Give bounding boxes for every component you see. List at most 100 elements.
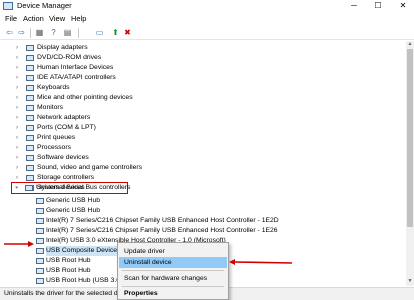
menu-item-uninstall-device[interactable]: Uninstall device bbox=[119, 257, 227, 268]
category-processors[interactable]: › Processors bbox=[16, 143, 216, 153]
category-label: Ports (COM & LPT) bbox=[37, 124, 96, 131]
category-display-adapters[interactable]: › Display adapters bbox=[16, 43, 216, 53]
usb-icon bbox=[36, 258, 44, 264]
software-device-icon bbox=[26, 155, 34, 161]
category-usb-controllers[interactable]: ⌄ Universal Serial Bus controllers bbox=[11, 182, 131, 194]
menu-file[interactable]: File bbox=[4, 14, 18, 23]
chevron-right-icon[interactable]: › bbox=[16, 73, 24, 83]
network-adapter-icon bbox=[26, 115, 34, 121]
usb-device-host-controller-1e26[interactable]: Intel(R) 7 Series/C216 Chipset Family US… bbox=[36, 226, 406, 236]
category-label: Network adapters bbox=[37, 114, 91, 121]
properties-icon[interactable]: ▦ bbox=[34, 28, 45, 38]
usb-device-generic-hub-1[interactable]: Generic USB Hub bbox=[36, 196, 406, 206]
device-label: USB Root Hub bbox=[46, 267, 91, 274]
category-print-queues[interactable]: › Print queues bbox=[16, 133, 216, 143]
chevron-right-icon[interactable]: › bbox=[16, 83, 24, 93]
chevron-right-icon[interactable]: › bbox=[16, 123, 24, 133]
category-ports[interactable]: › Ports (COM & LPT) bbox=[16, 123, 216, 133]
usb-icon bbox=[36, 248, 44, 254]
menu-help[interactable]: Help bbox=[70, 14, 87, 23]
device-label: Generic USB Hub bbox=[46, 197, 101, 204]
chevron-right-icon[interactable]: › bbox=[16, 43, 24, 53]
vertical-scrollbar[interactable]: ▲ ▼ bbox=[406, 41, 414, 286]
status-text: Uninstalls the driver for the selected d… bbox=[4, 290, 136, 297]
help-icon[interactable]: ? bbox=[48, 28, 59, 38]
category-label: DVD/CD-ROM drives bbox=[37, 54, 102, 61]
category-label: Human Interface Devices bbox=[37, 64, 114, 71]
category-monitors[interactable]: › Monitors bbox=[16, 103, 216, 113]
scroll-up-icon[interactable]: ▲ bbox=[406, 41, 414, 49]
category-network-adapters[interactable]: › Network adapters bbox=[16, 113, 216, 123]
category-label: Software devices bbox=[37, 154, 89, 161]
chevron-right-icon[interactable]: › bbox=[16, 93, 24, 103]
show-hidden-icon[interactable]: ▤ bbox=[62, 28, 73, 38]
category-label: Print queues bbox=[37, 134, 76, 141]
usb-device-generic-hub-2[interactable]: Generic USB Hub bbox=[36, 206, 406, 216]
toolbar-divider bbox=[30, 28, 31, 38]
chevron-right-icon[interactable]: › bbox=[16, 133, 24, 143]
scrollbar-thumb[interactable] bbox=[407, 49, 413, 227]
chevron-right-icon[interactable]: › bbox=[16, 63, 24, 73]
category-label: Universal Serial Bus controllers bbox=[36, 184, 131, 191]
menu-view[interactable]: View bbox=[48, 14, 66, 23]
monitor-device-icon bbox=[26, 105, 34, 111]
device-label: Intel(R) 7 Series/C216 Chipset Family US… bbox=[46, 217, 279, 224]
menu-item-update-driver[interactable]: Update driver bbox=[119, 246, 227, 257]
close-button[interactable]: ✕ bbox=[388, 0, 414, 12]
chevron-right-icon[interactable]: › bbox=[16, 153, 24, 163]
keyboard-icon bbox=[26, 85, 34, 91]
category-ide-controllers[interactable]: › IDE ATA/ATAPI controllers bbox=[16, 73, 216, 83]
category-label: Keyboards bbox=[37, 84, 70, 91]
device-label: USB Root Hub bbox=[46, 257, 91, 264]
category-label: Processors bbox=[37, 144, 71, 151]
forward-icon[interactable]: ⇨ bbox=[16, 28, 27, 38]
uninstall-icon[interactable]: ✖ bbox=[122, 28, 133, 38]
menu-action[interactable]: Action bbox=[22, 14, 45, 23]
chevron-right-icon[interactable]: › bbox=[16, 113, 24, 123]
category-software-devices[interactable]: › Software devices bbox=[16, 153, 216, 163]
category-dvd-drives[interactable]: › DVD/CD-ROM drives bbox=[16, 53, 216, 63]
usb-icon bbox=[36, 278, 44, 284]
chevron-down-icon[interactable]: ⌄ bbox=[14, 183, 22, 192]
printer-icon bbox=[26, 135, 34, 141]
usb-icon bbox=[36, 228, 44, 234]
device-label: Intel(R) 7 Series/C216 Chipset Family US… bbox=[46, 227, 278, 234]
port-icon bbox=[26, 125, 34, 131]
back-icon[interactable]: ⇦ bbox=[4, 28, 15, 38]
dvd-drive-icon bbox=[26, 55, 34, 61]
device-label: USB Composite Device bbox=[46, 246, 118, 256]
category-label: IDE ATA/ATAPI controllers bbox=[37, 74, 116, 81]
toolbar: ⇦ ⇨ ▦ ? ▤ ▭ ⬆ ✖ bbox=[0, 26, 414, 40]
usb-icon bbox=[36, 268, 44, 274]
category-mice[interactable]: › Mice and other pointing devices bbox=[16, 93, 216, 103]
speaker-icon bbox=[26, 165, 34, 171]
chevron-right-icon[interactable]: › bbox=[16, 103, 24, 113]
context-menu: Update driver Uninstall device Scan for … bbox=[117, 242, 229, 300]
device-manager-icon bbox=[3, 2, 13, 10]
chevron-right-icon[interactable]: › bbox=[16, 53, 24, 63]
device-label: USB Root Hub (USB 3.0) bbox=[46, 277, 123, 284]
title-bar: Device Manager ─ ☐ ✕ bbox=[0, 0, 414, 12]
chevron-right-icon[interactable]: › bbox=[16, 163, 24, 173]
device-label: Generic USB Hub bbox=[46, 207, 101, 214]
chevron-right-icon[interactable]: › bbox=[16, 143, 24, 153]
usb-icon bbox=[36, 208, 44, 214]
category-label: Monitors bbox=[37, 104, 64, 111]
storage-controller-icon bbox=[26, 175, 34, 181]
mouse-icon bbox=[26, 95, 34, 101]
monitor-icon[interactable]: ▭ bbox=[94, 28, 105, 38]
usb-device-host-controller-1e2d[interactable]: Intel(R) 7 Series/C216 Chipset Family US… bbox=[36, 216, 406, 226]
category-keyboards[interactable]: › Keyboards bbox=[16, 83, 216, 93]
usb-icon bbox=[25, 185, 33, 191]
category-sound-video[interactable]: › Sound, video and game controllers bbox=[16, 163, 216, 173]
toolbar-divider bbox=[78, 28, 79, 38]
hid-icon bbox=[26, 65, 34, 71]
menu-separator bbox=[122, 286, 224, 287]
window-title: Device Manager bbox=[17, 1, 72, 10]
update-driver-icon[interactable]: ⬆ bbox=[110, 28, 121, 38]
menu-item-scan-hardware[interactable]: Scan for hardware changes bbox=[119, 273, 227, 284]
scroll-down-icon[interactable]: ▼ bbox=[406, 278, 414, 286]
category-label: Display adapters bbox=[37, 44, 88, 51]
category-human-interface[interactable]: › Human Interface Devices bbox=[16, 63, 216, 73]
menu-item-properties[interactable]: Properties bbox=[119, 288, 227, 299]
